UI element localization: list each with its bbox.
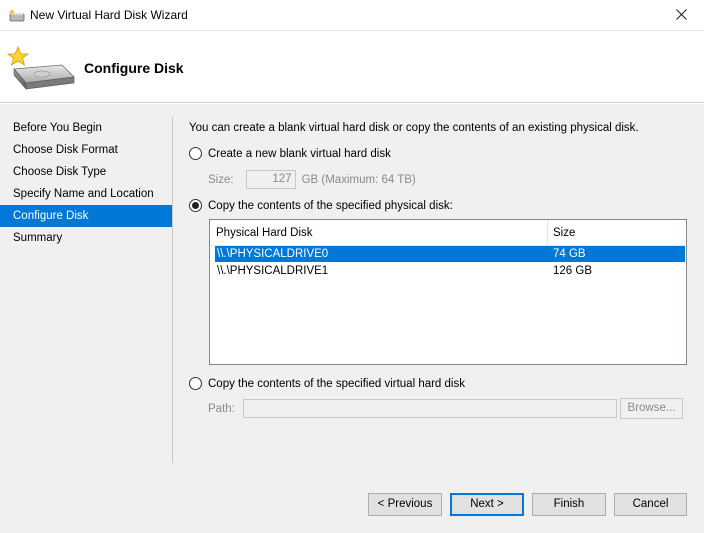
finish-button[interactable]: Finish — [532, 493, 606, 516]
table-row[interactable]: \\.\PHYSICALDRIVE1 126 GB — [215, 263, 685, 279]
window-title: New Virtual Hard Disk Wizard — [30, 8, 188, 22]
virtual-disk-icon — [9, 9, 25, 22]
disk-size: 126 GB — [553, 265, 592, 277]
radio-copy-physical-disk[interactable]: Copy the contents of the specified physi… — [189, 199, 453, 212]
physical-disk-list[interactable]: Physical Hard Disk Size \\.\PHYSICALDRIV… — [209, 219, 687, 365]
close-icon — [675, 8, 687, 23]
path-row: Path: — [208, 399, 617, 418]
wizard-header: Configure Disk — [0, 31, 704, 103]
column-header-physical-hard-disk[interactable]: Physical Hard Disk — [216, 227, 313, 239]
page-title: Configure Disk — [84, 60, 184, 76]
configure-disk-panel: You can create a blank virtual hard disk… — [189, 104, 689, 524]
size-label: Size: — [208, 173, 234, 186]
nav-item-choose-disk-format[interactable]: Choose Disk Format — [0, 139, 172, 161]
column-separator[interactable] — [547, 220, 548, 246]
radio-copy-virtual-disk[interactable]: Copy the contents of the specified virtu… — [189, 377, 465, 390]
nav-item-choose-disk-type[interactable]: Choose Disk Type — [0, 161, 172, 183]
browse-button[interactable]: Browse... — [620, 398, 683, 419]
wizard-body: Before You Begin Choose Disk Format Choo… — [0, 104, 704, 533]
path-input[interactable] — [242, 399, 617, 418]
radio-button[interactable] — [189, 147, 202, 160]
radio-button[interactable] — [189, 377, 202, 390]
size-suffix: GB (Maximum: 64 TB) — [301, 173, 416, 186]
title-bar: New Virtual Hard Disk Wizard — [0, 0, 704, 31]
nav-item-specify-name-location[interactable]: Specify Name and Location — [0, 183, 172, 205]
radio-new-blank-disk[interactable]: Create a new blank virtual hard disk — [189, 147, 391, 160]
nav-item-configure-disk[interactable]: Configure Disk — [0, 205, 172, 227]
size-input: 127 — [245, 170, 296, 189]
nav-divider — [172, 117, 173, 463]
disk-size: 74 GB — [553, 248, 586, 260]
column-header-size[interactable]: Size — [553, 227, 575, 239]
disk-name: \\.\PHYSICALDRIVE1 — [217, 265, 329, 277]
path-label: Path: — [208, 402, 235, 415]
table-row[interactable]: \\.\PHYSICALDRIVE0 74 GB — [215, 246, 685, 262]
nav-item-before-you-begin[interactable]: Before You Begin — [0, 117, 172, 139]
list-header: Physical Hard Disk Size — [210, 220, 686, 246]
cancel-button[interactable]: Cancel — [614, 493, 687, 516]
intro-text: You can create a blank virtual hard disk… — [189, 122, 639, 134]
radio-button[interactable] — [189, 199, 202, 212]
nav-item-summary[interactable]: Summary — [0, 227, 172, 249]
next-button[interactable]: Next > — [450, 493, 524, 516]
hard-disk-icon — [4, 45, 76, 93]
size-row: Size: 127 GB (Maximum: 64 TB) — [208, 170, 416, 189]
radio-copy-virtual-disk-label: Copy the contents of the specified virtu… — [208, 377, 465, 390]
radio-copy-physical-disk-label: Copy the contents of the specified physi… — [208, 199, 453, 212]
disk-name: \\.\PHYSICALDRIVE0 — [217, 248, 329, 260]
wizard-steps-nav: Before You Begin Choose Disk Format Choo… — [0, 117, 172, 249]
previous-button[interactable]: < Previous — [368, 493, 442, 516]
radio-new-blank-disk-label: Create a new blank virtual hard disk — [208, 147, 391, 160]
close-button[interactable] — [658, 0, 704, 31]
